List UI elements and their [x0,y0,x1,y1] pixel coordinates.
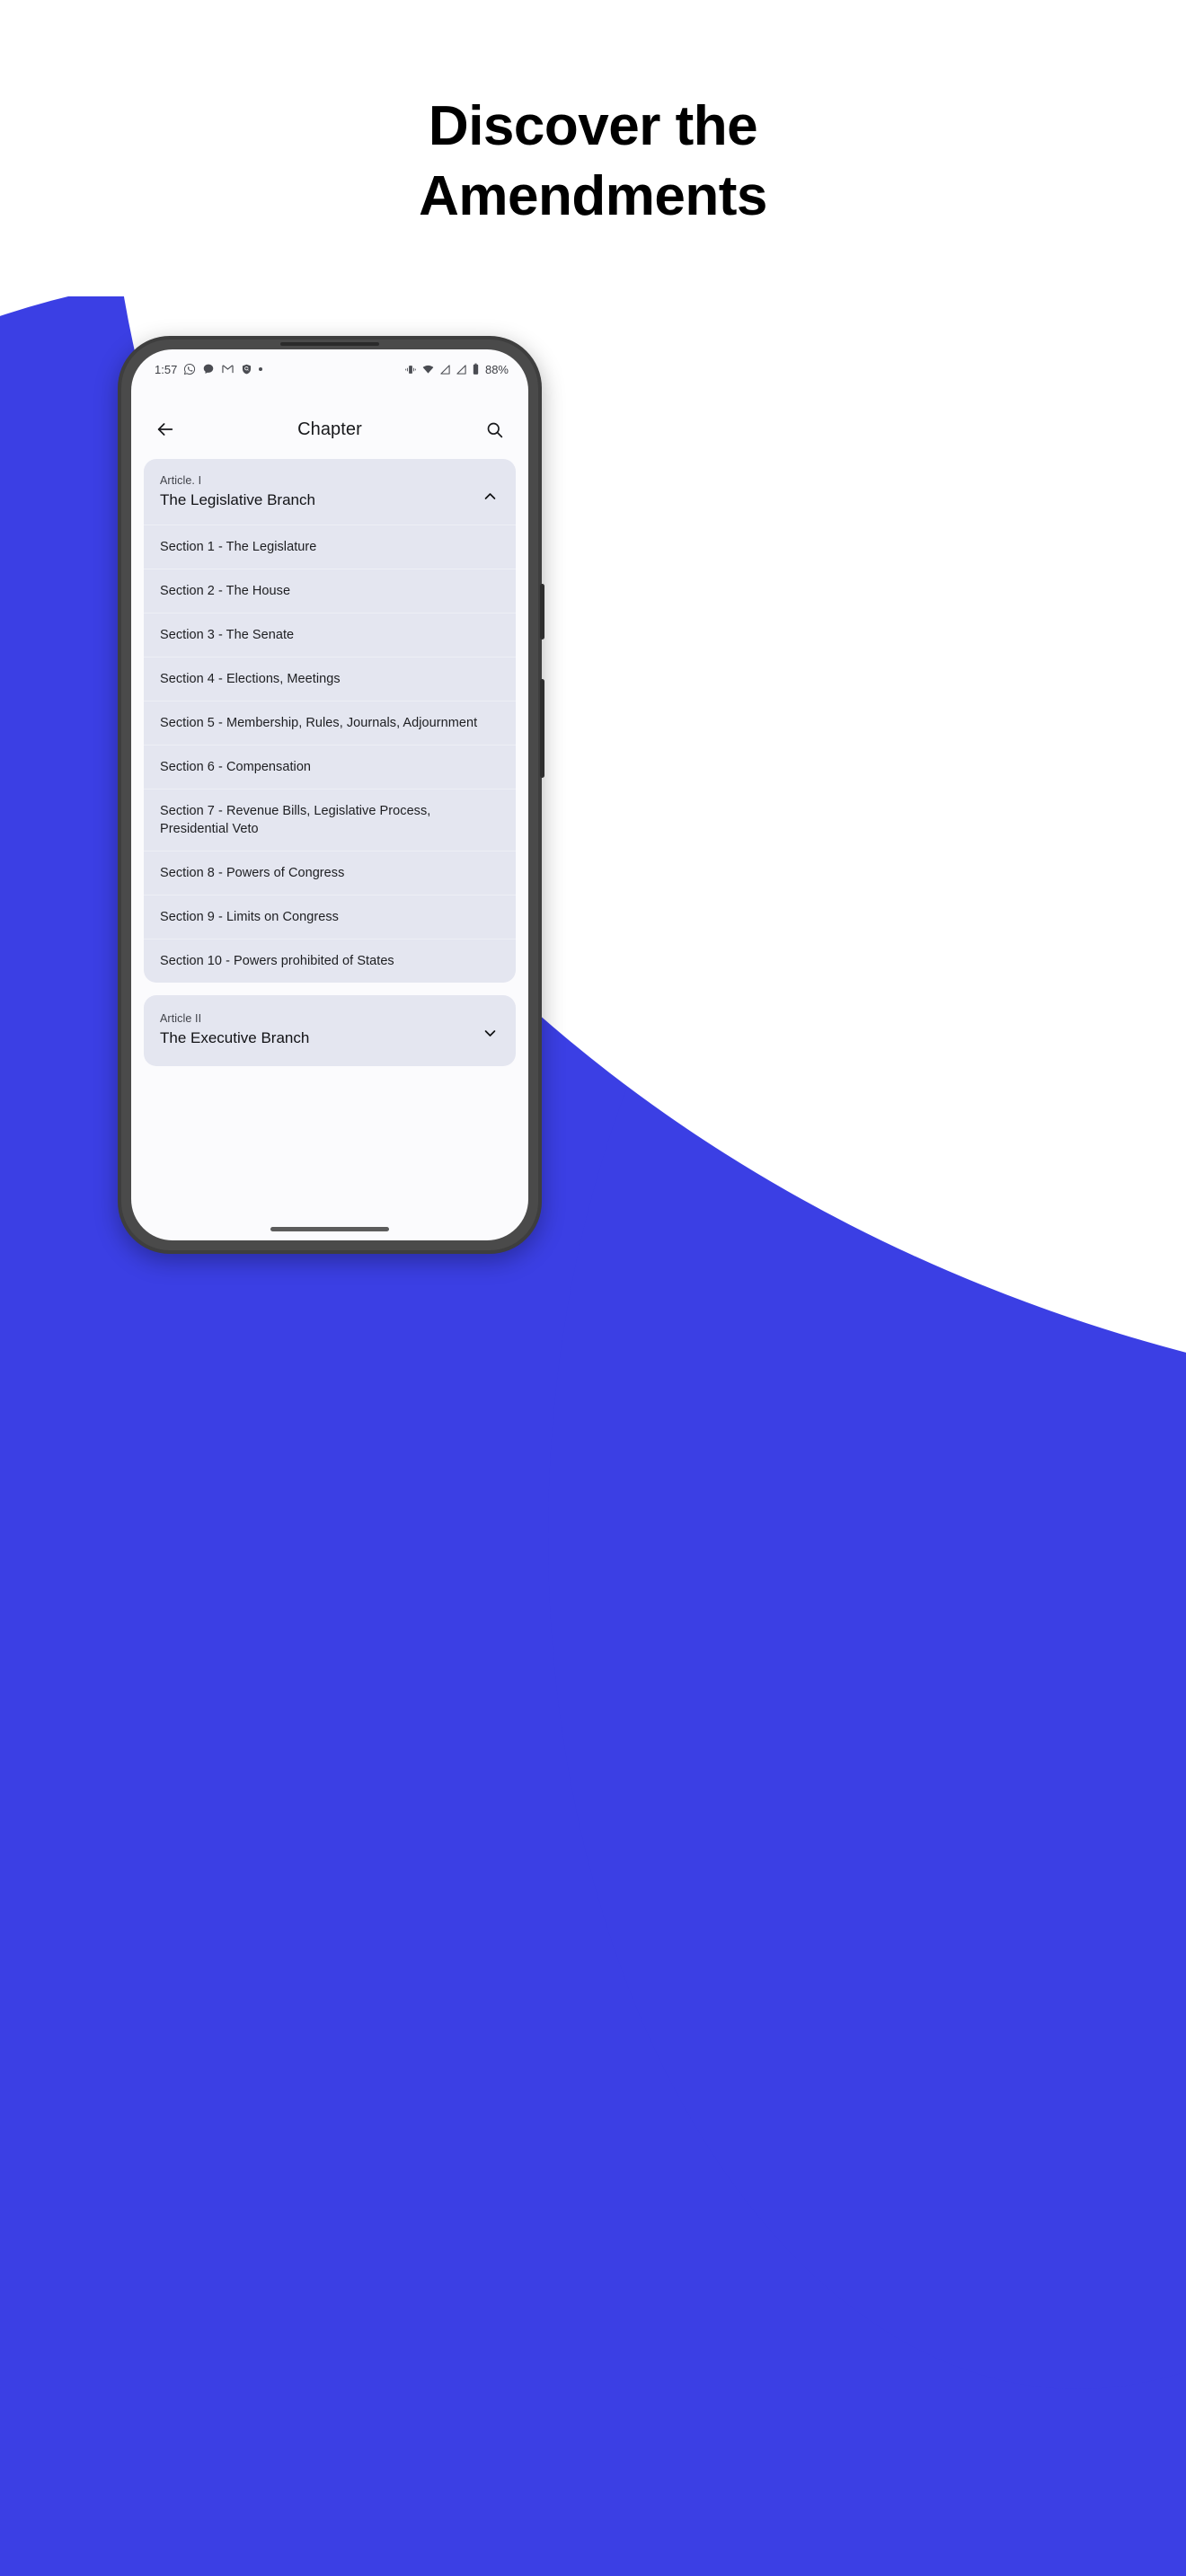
phone-volume-button[interactable] [540,679,544,778]
article-card-header-text-1: Article. I The Legislative Branch [160,473,480,510]
collapse-toggle-1[interactable] [480,486,500,506]
back-arrow-icon [157,423,173,436]
home-indicator[interactable] [270,1227,389,1231]
section-row[interactable]: Section 8 - Powers of Congress [144,850,516,895]
page-title: Chapter [297,419,362,439]
article-eyebrow-1: Article. I [160,474,202,487]
more-dot-icon [259,367,263,371]
section-row[interactable]: Section 3 - The Senate [144,612,516,657]
article-card-1[interactable]: Article. I The Legislative Branch Sectio… [144,459,516,983]
article-card-2[interactable]: Article II The Executive Branch [144,994,516,1066]
section-row[interactable]: Section 4 - Elections, Meetings [144,656,516,701]
battery-icon [473,363,479,375]
shield-icon [243,364,252,375]
section-row[interactable]: Section 1 - The Legislature [144,524,516,569]
back-button[interactable] [149,413,181,446]
chat-bubble-icon [204,364,214,375]
expand-toggle-2[interactable] [480,1024,500,1044]
chevron-down-icon [484,1030,495,1037]
status-bar-clock: 1:57 [155,362,178,376]
phone-power-button[interactable] [540,584,544,640]
signal-icon [440,364,450,375]
section-row[interactable]: Section 9 - Limits on Congress [144,894,516,939]
headline-line-1: Discover the [428,95,758,157]
status-bar-left: 1:57 [155,362,263,376]
wifi-icon [422,365,434,374]
phone-screen: 1:57 88% Chapter Article. I The Legislat… [131,349,528,1240]
section-row[interactable]: Section 6 - Compensation [144,744,516,789]
status-bar: 1:57 88% [131,349,528,389]
section-row[interactable]: Section 5 - Membership, Rules, Journals,… [144,700,516,745]
chevron-up-icon [484,492,495,499]
article-card-header-1[interactable]: Article. I The Legislative Branch [144,459,516,525]
search-icon [487,422,502,437]
section-row[interactable]: Section 7 - Revenue Bills, Legislative P… [144,788,516,851]
poster-headline: Discover the Amendments [0,99,1186,225]
signal-icon-2 [456,364,466,375]
section-row[interactable]: Section 10 - Powers prohibited of States [144,938,516,983]
app-bar: Chapter [131,403,528,455]
poster-canvas: Discover the Amendments 1:57 88% Chapter… [0,0,1186,2576]
status-bar-right: 88% [404,363,509,376]
vibrate-icon [405,365,416,374]
article-eyebrow-2: Article II [160,1011,202,1025]
phone-earpiece-speaker [280,342,379,346]
article-card-header-text-2: Article II The Executive Branch [160,1011,480,1048]
phone-mockup: 1:57 88% Chapter Article. I The Legislat… [118,336,544,1254]
whatsapp-icon [184,363,196,375]
article-title-1: The Legislative Branch [160,490,315,508]
search-button[interactable] [478,413,510,446]
chapter-list[interactable]: Article. I The Legislative Branch Sectio… [131,459,528,1240]
article-card-header-2[interactable]: Article II The Executive Branch [144,995,516,1066]
section-row[interactable]: Section 2 - The House [144,568,516,613]
headline-line-2: Amendments [419,165,767,227]
gmail-icon [222,365,234,374]
article-title-2: The Executive Branch [160,1028,310,1046]
battery-percent-label: 88% [484,362,509,376]
